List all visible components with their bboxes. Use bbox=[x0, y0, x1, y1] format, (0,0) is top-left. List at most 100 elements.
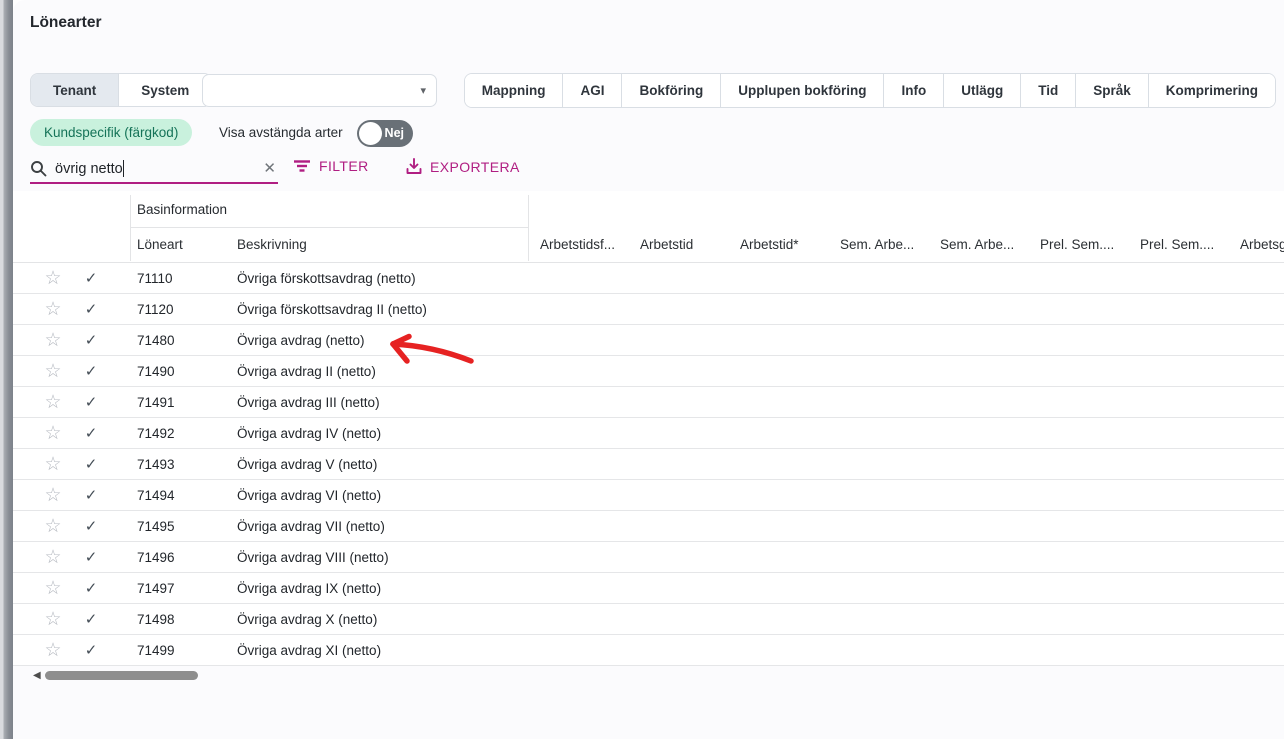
active-check-icon: ✓ bbox=[69, 271, 113, 286]
group-header-basinformation: Basinformation bbox=[137, 191, 227, 227]
search-icon bbox=[30, 160, 47, 177]
column-header-5: Sem. Arbe... bbox=[828, 237, 928, 252]
favorite-star-icon[interactable]: ☆ bbox=[37, 547, 69, 567]
filter-dropdown[interactable]: ▾ bbox=[202, 74, 437, 107]
scrollbar-thumb[interactable] bbox=[45, 671, 198, 680]
table-row-71497[interactable]: ☆✓71497Övriga avdrag IX (netto) bbox=[13, 573, 1284, 604]
favorite-star-icon[interactable]: ☆ bbox=[37, 392, 69, 412]
column-header-8: Prel. Sem.... bbox=[1128, 237, 1228, 252]
table-row-71494[interactable]: ☆✓71494Övriga avdrag VI (netto) bbox=[13, 480, 1284, 511]
favorite-star-icon[interactable]: ☆ bbox=[37, 423, 69, 443]
tab-tid[interactable]: Tid bbox=[1020, 74, 1075, 107]
favorite-star-icon[interactable]: ☆ bbox=[37, 330, 69, 350]
table-row-71490[interactable]: ☆✓71490Övriga avdrag II (netto) bbox=[13, 356, 1284, 387]
favorite-star-icon[interactable]: ☆ bbox=[37, 454, 69, 474]
favorite-star-icon[interactable]: ☆ bbox=[37, 361, 69, 381]
row-code: 71110 bbox=[113, 271, 213, 286]
table-row-71491[interactable]: ☆✓71491Övriga avdrag III (netto) bbox=[13, 387, 1284, 418]
favorite-star-icon[interactable]: ☆ bbox=[37, 299, 69, 319]
row-description: Övriga förskottsavdrag II (netto) bbox=[213, 302, 528, 317]
table-row-71480[interactable]: ☆✓71480Övriga avdrag (netto) bbox=[13, 325, 1284, 356]
row-code: 71494 bbox=[113, 488, 213, 503]
search-value: övrig netto bbox=[55, 161, 123, 177]
column-header-9: Arbetsg bbox=[1228, 237, 1284, 252]
tab-bokföring[interactable]: Bokföring bbox=[621, 74, 720, 107]
table-header: Basinformation LöneartBeskrivningArbetst… bbox=[13, 191, 1284, 263]
row-code: 71493 bbox=[113, 457, 213, 472]
tab-språk[interactable]: Språk bbox=[1075, 74, 1148, 107]
tab-upplupen-bokföring[interactable]: Upplupen bokföring bbox=[720, 74, 883, 107]
favorite-star-icon[interactable]: ☆ bbox=[37, 268, 69, 288]
active-check-icon: ✓ bbox=[69, 488, 113, 503]
outer-layout-edge bbox=[0, 0, 13, 739]
segment-tenant[interactable]: Tenant bbox=[31, 74, 118, 106]
scroll-left-icon[interactable]: ◀ bbox=[33, 670, 41, 682]
filter-button[interactable]: FILTER bbox=[293, 158, 369, 174]
kundspecifik-chip[interactable]: Kundspecifik (färgkod) bbox=[30, 119, 192, 146]
segment-system[interactable]: System bbox=[118, 74, 211, 106]
row-description: Övriga avdrag (netto) bbox=[213, 333, 528, 348]
row-code: 71497 bbox=[113, 581, 213, 596]
active-check-icon: ✓ bbox=[69, 550, 113, 565]
row-code: 71120 bbox=[113, 302, 213, 317]
active-check-icon: ✓ bbox=[69, 581, 113, 596]
active-check-icon: ✓ bbox=[69, 426, 113, 441]
row-description: Övriga avdrag X (netto) bbox=[213, 612, 528, 627]
row-code: 71480 bbox=[113, 333, 213, 348]
tab-mappning[interactable]: Mappning bbox=[465, 74, 563, 107]
favorite-star-icon[interactable]: ☆ bbox=[37, 578, 69, 598]
export-button-label: EXPORTERA bbox=[430, 159, 520, 175]
tab-utlägg[interactable]: Utlägg bbox=[943, 74, 1020, 107]
column-header-6: Sem. Arbe... bbox=[928, 237, 1028, 252]
active-check-icon: ✓ bbox=[69, 612, 113, 627]
table-body: ☆✓71110Övriga förskottsavdrag (netto)☆✓7… bbox=[13, 263, 1284, 666]
table-row-71120[interactable]: ☆✓71120Övriga förskottsavdrag II (netto) bbox=[13, 294, 1284, 325]
column-header-row: LöneartBeskrivningArbetstidsf...Arbetsti… bbox=[13, 227, 1284, 263]
tab-info[interactable]: Info bbox=[883, 74, 943, 107]
table-row-71495[interactable]: ☆✓71495Övriga avdrag VII (netto) bbox=[13, 511, 1284, 542]
row-description: Övriga avdrag V (netto) bbox=[213, 457, 528, 472]
clear-search-icon[interactable]: ✕ bbox=[263, 159, 276, 177]
toggle-knob bbox=[359, 122, 382, 145]
export-button[interactable]: EXPORTERA bbox=[406, 158, 520, 175]
active-check-icon: ✓ bbox=[69, 457, 113, 472]
active-check-icon: ✓ bbox=[69, 643, 113, 658]
show-disabled-toggle[interactable]: Nej bbox=[357, 120, 413, 147]
row-code: 71490 bbox=[113, 364, 213, 379]
row-code: 71495 bbox=[113, 519, 213, 534]
favorite-star-icon[interactable]: ☆ bbox=[37, 516, 69, 536]
tab-group: MappningAGIBokföringUpplupen bokföringIn… bbox=[464, 73, 1276, 108]
show-disabled-label: Visa avstängda arter bbox=[219, 125, 343, 140]
scope-segmented-control: Tenant System bbox=[30, 73, 212, 107]
active-check-icon: ✓ bbox=[69, 519, 113, 534]
column-header-4: Arbetstid* bbox=[728, 237, 828, 252]
table-row-71496[interactable]: ☆✓71496Övriga avdrag VIII (netto) bbox=[13, 542, 1284, 573]
filter-icon bbox=[293, 159, 311, 173]
row-description: Övriga avdrag VIII (netto) bbox=[213, 550, 528, 565]
tab-agi[interactable]: AGI bbox=[562, 74, 621, 107]
search-input[interactable]: övrig netto ✕ bbox=[30, 155, 278, 184]
table-row-71493[interactable]: ☆✓71493Övriga avdrag V (netto) bbox=[13, 449, 1284, 480]
table-row-71492[interactable]: ☆✓71492Övriga avdrag IV (netto) bbox=[13, 418, 1284, 449]
text-cursor bbox=[123, 160, 125, 177]
column-header-0: Löneart bbox=[113, 237, 213, 252]
row-description: Övriga avdrag III (netto) bbox=[213, 395, 528, 410]
lonearter-panel: Lönearter Tenant System ▾ MappningAGIBok… bbox=[13, 0, 1284, 739]
favorite-star-icon[interactable]: ☆ bbox=[37, 485, 69, 505]
tab-komprimering[interactable]: Komprimering bbox=[1148, 74, 1275, 107]
row-description: Övriga avdrag II (netto) bbox=[213, 364, 528, 379]
row-code: 71491 bbox=[113, 395, 213, 410]
column-header-3: Arbetstid bbox=[628, 237, 728, 252]
table-row-71498[interactable]: ☆✓71498Övriga avdrag X (netto) bbox=[13, 604, 1284, 635]
row-code: 71498 bbox=[113, 612, 213, 627]
favorite-star-icon[interactable]: ☆ bbox=[37, 609, 69, 629]
active-check-icon: ✓ bbox=[69, 333, 113, 348]
active-check-icon: ✓ bbox=[69, 395, 113, 410]
table-row-71110[interactable]: ☆✓71110Övriga förskottsavdrag (netto) bbox=[13, 263, 1284, 294]
row-code: 71492 bbox=[113, 426, 213, 441]
row-description: Övriga förskottsavdrag (netto) bbox=[213, 271, 528, 286]
active-check-icon: ✓ bbox=[69, 364, 113, 379]
table-row-71499[interactable]: ☆✓71499Övriga avdrag XI (netto) bbox=[13, 635, 1284, 666]
favorite-star-icon[interactable]: ☆ bbox=[37, 640, 69, 660]
active-check-icon: ✓ bbox=[69, 302, 113, 317]
